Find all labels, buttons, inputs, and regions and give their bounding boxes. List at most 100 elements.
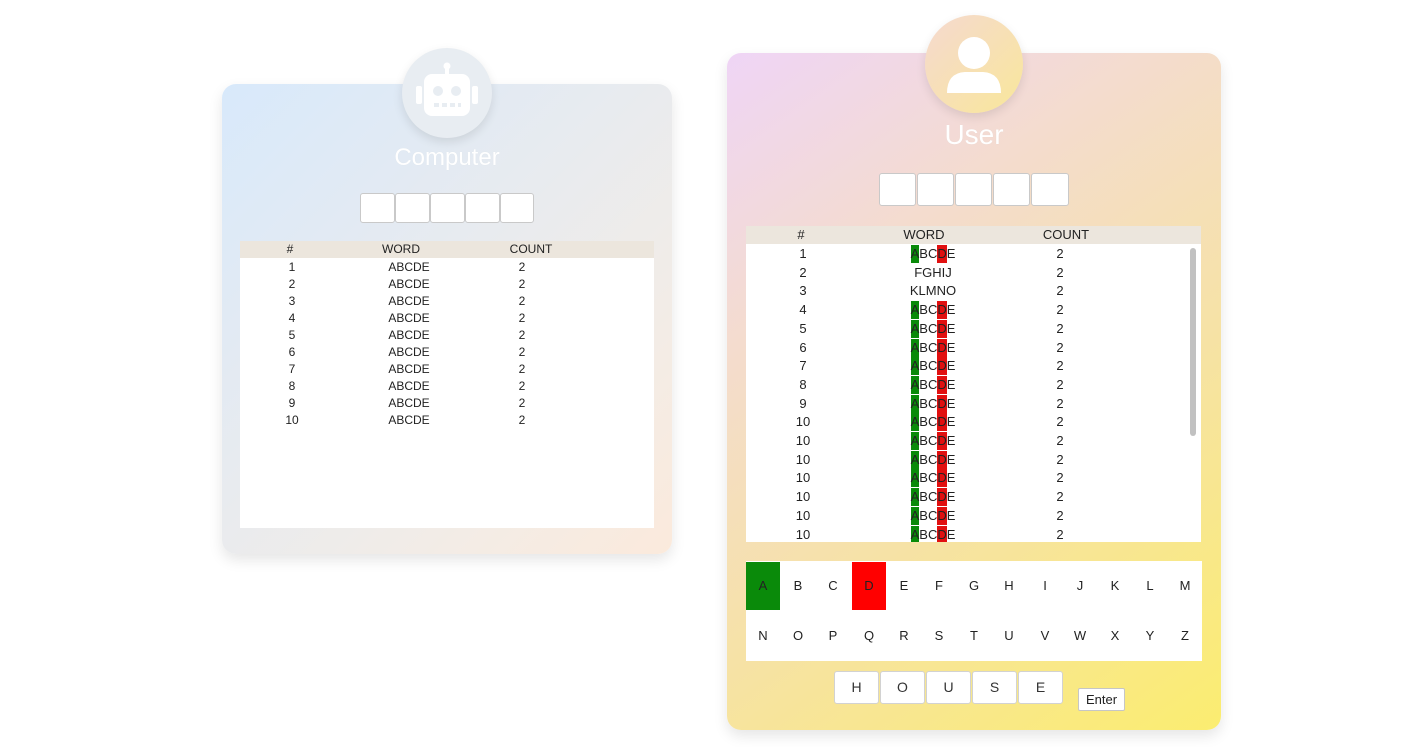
cell-word: ABCDE bbox=[903, 469, 963, 488]
cell-count: 2 bbox=[518, 260, 526, 274]
cell-num: 6 bbox=[288, 345, 296, 359]
header-num: # bbox=[286, 242, 294, 256]
key-b[interactable]: B bbox=[781, 562, 815, 610]
cell-num: 9 bbox=[799, 395, 807, 411]
word-letter: O bbox=[946, 283, 957, 299]
input-letter-box[interactable]: S bbox=[972, 671, 1017, 704]
table-scrollbar[interactable] bbox=[1189, 246, 1197, 538]
cell-word: ABCDE bbox=[388, 413, 430, 427]
table-row: 3 KLMNO 2 bbox=[746, 282, 1201, 300]
cell-word: ABCDE bbox=[903, 488, 963, 507]
cell-count: 2 bbox=[1056, 376, 1064, 392]
cell-count: 2 bbox=[1056, 358, 1064, 374]
cell-word: ABCDE bbox=[903, 413, 963, 432]
key-e[interactable]: E bbox=[887, 562, 921, 610]
user-guess-table[interactable]: # WORD COUNT 1 ABCDE 2 2 FGHIJ 2 3 KLMNO 2 4 ABCDE… bbox=[746, 226, 1201, 542]
computer-guess-table: # WORD COUNT 1 ABCDE 2 2 ABCDE 2 3 ABCDE 2 4 ABCDE… bbox=[240, 241, 654, 528]
key-r[interactable]: R bbox=[887, 612, 921, 660]
cell-num: 2 bbox=[288, 277, 296, 291]
key-n[interactable]: N bbox=[746, 612, 780, 660]
key-g[interactable]: G bbox=[957, 562, 991, 610]
table-row: 7 ABCDE 2 bbox=[746, 357, 1201, 376]
cell-count: 2 bbox=[518, 379, 526, 393]
table-row: 9 ABCDE 2 bbox=[746, 394, 1201, 413]
key-k[interactable]: K bbox=[1098, 562, 1132, 610]
key-i[interactable]: I bbox=[1028, 562, 1062, 610]
cell-count: 2 bbox=[518, 328, 526, 342]
table-row: 10 ABCDE 2 bbox=[240, 413, 654, 430]
key-j[interactable]: J bbox=[1063, 562, 1097, 610]
key-h[interactable]: H bbox=[992, 562, 1026, 610]
key-v[interactable]: V bbox=[1028, 612, 1062, 660]
key-w[interactable]: W bbox=[1063, 612, 1097, 660]
word-letter: B bbox=[919, 302, 928, 318]
cell-word: ABCDE bbox=[388, 379, 430, 393]
word-letter: C bbox=[927, 451, 938, 467]
user-title: User bbox=[944, 119, 1004, 150]
table-row: 10 ABCDE 2 bbox=[746, 450, 1201, 469]
user-letter-slot bbox=[917, 173, 954, 206]
key-x[interactable]: X bbox=[1098, 612, 1132, 660]
input-letter-box[interactable]: O bbox=[880, 671, 925, 704]
key-q[interactable]: Q bbox=[852, 612, 886, 660]
scrollbar-thumb[interactable] bbox=[1190, 248, 1196, 436]
word-letter: D bbox=[937, 245, 947, 263]
cell-num: 10 bbox=[795, 526, 811, 542]
cell-count: 2 bbox=[1056, 489, 1064, 505]
word-letter: L bbox=[918, 283, 926, 299]
word-letter: B bbox=[919, 395, 928, 411]
word-letter: C bbox=[927, 302, 938, 318]
input-letter-box[interactable]: H bbox=[834, 671, 879, 704]
word-letter: D bbox=[937, 413, 947, 432]
enter-button[interactable]: Enter bbox=[1078, 688, 1125, 711]
cell-count: 2 bbox=[1056, 339, 1064, 355]
key-f[interactable]: F bbox=[922, 562, 956, 610]
key-m[interactable]: M bbox=[1168, 562, 1202, 610]
word-letter: E bbox=[946, 451, 956, 467]
word-letter: A bbox=[910, 375, 920, 394]
table-row: 4 ABCDE 2 bbox=[240, 311, 654, 328]
cell-num: 9 bbox=[288, 396, 296, 410]
word-letter: E bbox=[946, 376, 956, 392]
key-y[interactable]: Y bbox=[1133, 612, 1167, 660]
cell-num: 5 bbox=[799, 320, 807, 336]
key-c[interactable]: C bbox=[816, 562, 850, 610]
key-s[interactable]: S bbox=[922, 612, 956, 660]
cell-count: 2 bbox=[1056, 451, 1064, 467]
word-letter: K bbox=[909, 283, 919, 299]
word-letter: B bbox=[919, 526, 928, 542]
word-letter: A bbox=[910, 394, 920, 413]
cell-count: 2 bbox=[518, 311, 526, 325]
cell-num: 7 bbox=[288, 362, 296, 376]
key-d[interactable]: D bbox=[852, 562, 886, 610]
cell-num: 4 bbox=[288, 311, 296, 325]
input-letter-box[interactable]: E bbox=[1018, 671, 1063, 704]
word-letter: A bbox=[910, 506, 920, 525]
key-a[interactable]: A bbox=[746, 562, 780, 610]
word-letter: C bbox=[927, 376, 938, 392]
word-letter: C bbox=[927, 339, 938, 355]
cell-num: 10 bbox=[795, 451, 811, 467]
cell-word: FGHIJ bbox=[903, 264, 963, 282]
key-p[interactable]: P bbox=[816, 612, 850, 660]
cell-count: 2 bbox=[1056, 470, 1064, 486]
cell-count: 2 bbox=[1056, 320, 1064, 336]
word-letter: B bbox=[919, 507, 928, 523]
key-z[interactable]: Z bbox=[1168, 612, 1202, 660]
input-letter-box[interactable]: U bbox=[926, 671, 971, 704]
cell-word: ABCDE bbox=[388, 396, 430, 410]
key-t[interactable]: T bbox=[957, 612, 991, 660]
key-o[interactable]: O bbox=[781, 612, 815, 660]
word-letter: B bbox=[919, 489, 928, 505]
table-row: 10 ABCDE 2 bbox=[746, 525, 1201, 542]
key-l[interactable]: L bbox=[1133, 562, 1167, 610]
cell-num: 8 bbox=[799, 376, 807, 392]
cell-num: 7 bbox=[799, 358, 807, 374]
cell-word: ABCDE bbox=[903, 245, 963, 263]
table-row: 10 ABCDE 2 bbox=[746, 469, 1201, 488]
table-row: 2 FGHIJ 2 bbox=[746, 264, 1201, 282]
computer-letter-slot bbox=[360, 193, 395, 223]
key-u[interactable]: U bbox=[992, 612, 1026, 660]
word-letter: A bbox=[910, 469, 920, 488]
cell-num: 2 bbox=[799, 264, 807, 280]
